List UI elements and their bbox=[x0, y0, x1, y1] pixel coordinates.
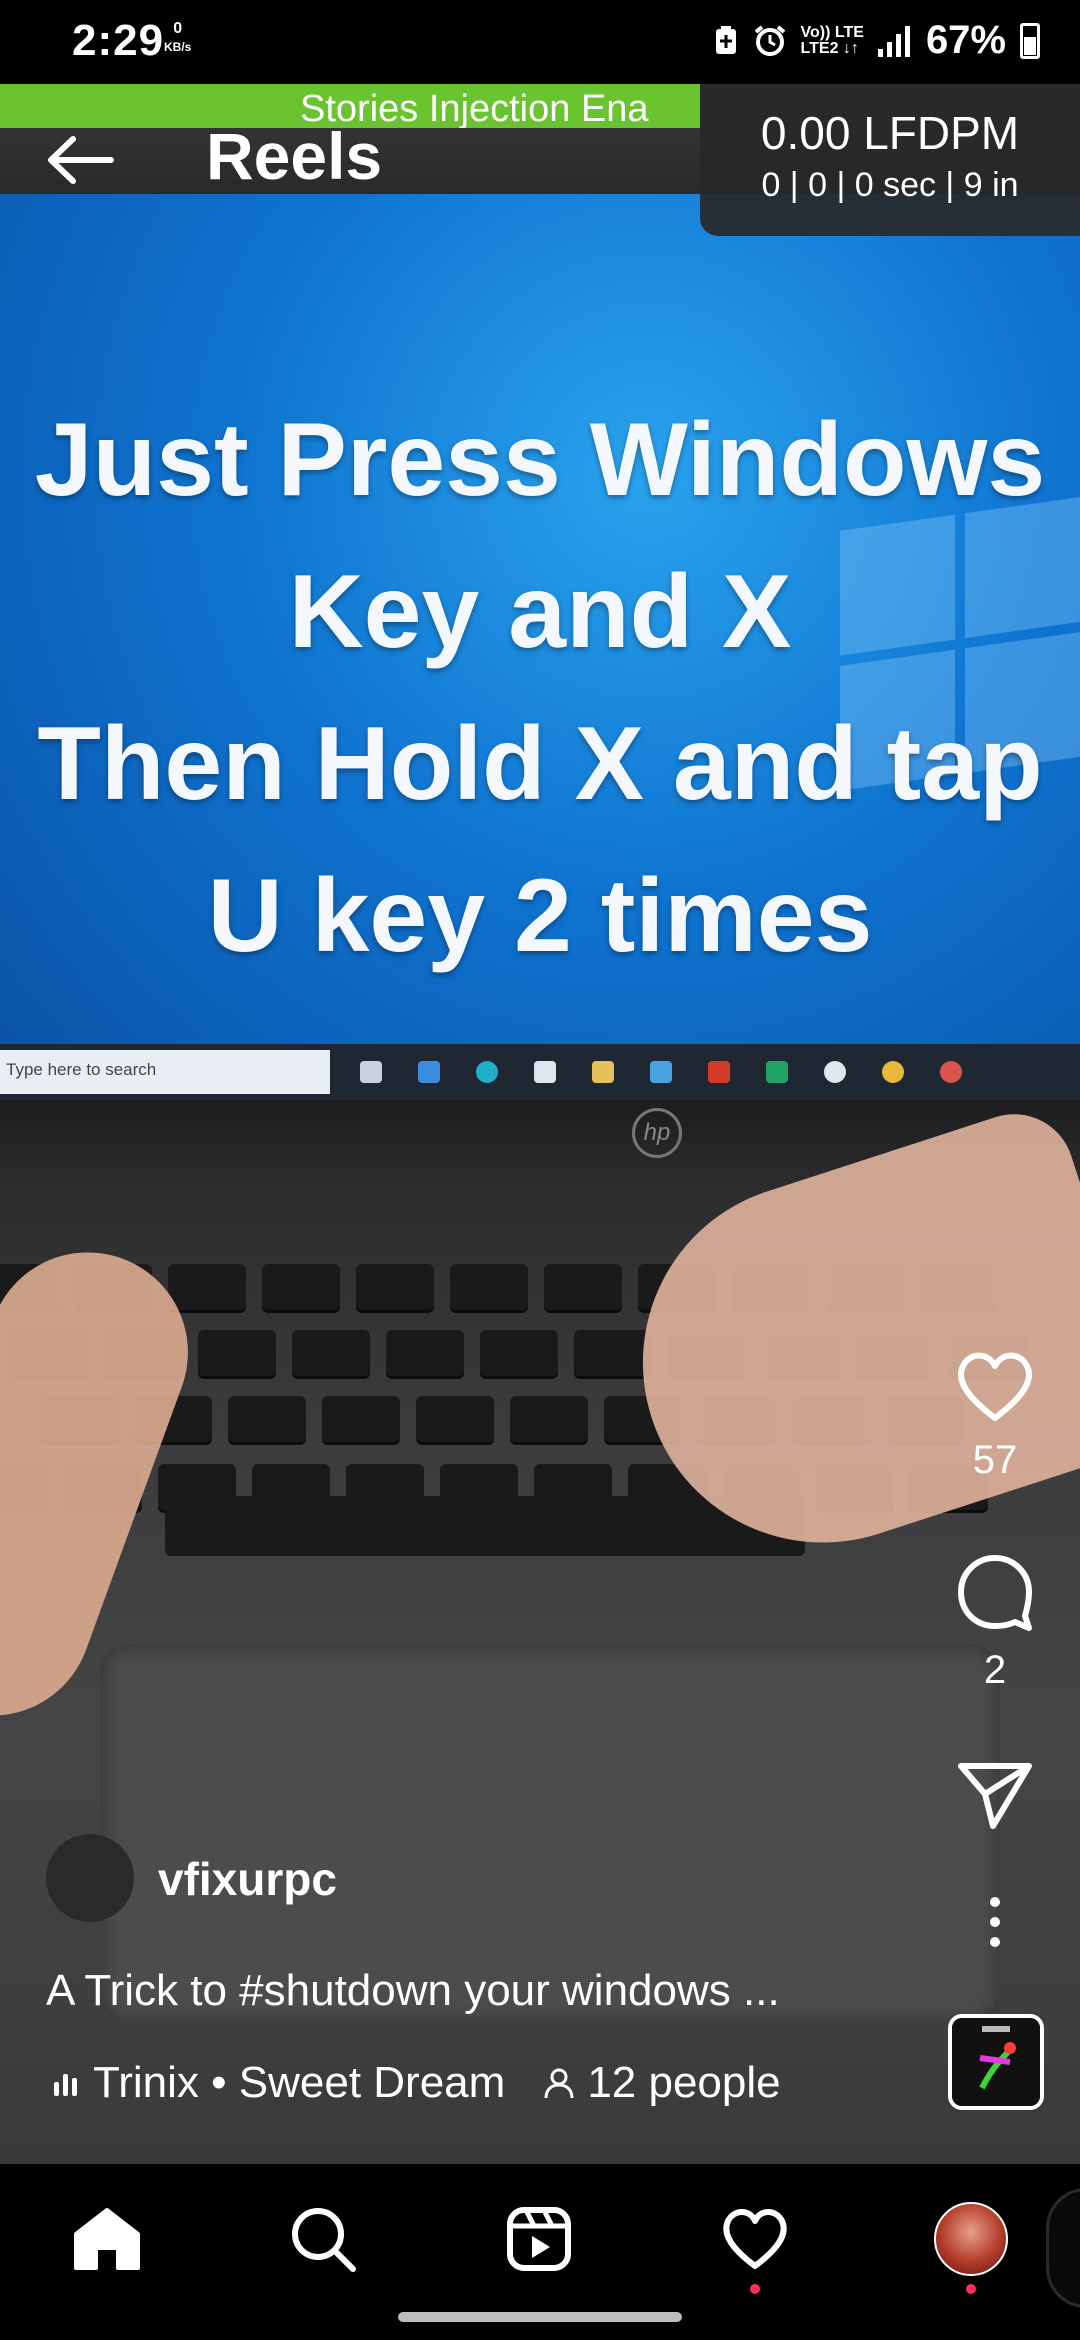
comment-count: 2 bbox=[983, 1648, 1007, 1692]
video-text-line-2: Key and X bbox=[288, 554, 792, 670]
arrow-left-icon bbox=[48, 136, 114, 184]
reels-icon[interactable] bbox=[506, 2206, 572, 2272]
nav-search[interactable] bbox=[278, 2194, 368, 2284]
profile-notification-dot bbox=[966, 2284, 976, 2294]
security-icon bbox=[534, 1061, 556, 1083]
chrome-icon bbox=[882, 1061, 904, 1083]
people-count[interactable]: 12 people bbox=[587, 2058, 780, 2108]
album-art-icon bbox=[952, 2018, 1040, 2106]
excel-icon bbox=[766, 1061, 788, 1083]
windows-taskbar: Type here to search bbox=[0, 1044, 1080, 1100]
status-bar: 2:29 0 KB/s Vo)) LTE LTE2 ↓↑ 67% bbox=[0, 0, 1080, 84]
app-icon bbox=[650, 1061, 672, 1083]
lfdpm-stats: 0 | 0 | 0 sec | 9 in bbox=[761, 166, 1019, 204]
person-icon bbox=[544, 2068, 574, 2099]
home-icon[interactable] bbox=[72, 2206, 142, 2272]
caption[interactable]: A Trick to #shutdown your windows ... bbox=[46, 1966, 926, 2016]
back-button[interactable] bbox=[40, 130, 120, 190]
spacebar bbox=[165, 1496, 805, 1556]
comment-action[interactable]: 2 bbox=[950, 1552, 1040, 1693]
audio-row[interactable]: Trinix • Sweet Dream 12 people bbox=[54, 2058, 781, 2108]
network-line-2: LTE2 ↓↑ bbox=[800, 39, 859, 57]
lfdpm-overlay: 0.00 LFDPM 0 | 0 | 0 sec | 9 in bbox=[700, 84, 1080, 236]
video-text-line-1: Just Press Windows bbox=[34, 402, 1046, 518]
page-title: Reels bbox=[206, 119, 383, 193]
video-overlay-text: Just Press Windows Key and X Then Hold X… bbox=[0, 384, 1080, 992]
video-text-line-3: Then Hold X and tap bbox=[37, 706, 1043, 822]
battery-icon bbox=[1020, 22, 1040, 59]
more-action[interactable] bbox=[950, 1894, 1040, 1950]
lfdpm-value: 0.00 LFDPM bbox=[760, 107, 1020, 159]
pdf-icon bbox=[708, 1061, 730, 1083]
video-text-line-4: U key 2 times bbox=[207, 858, 873, 974]
audio-track[interactable]: Trinix • Sweet Dream bbox=[93, 2058, 505, 2108]
status-icons: Vo)) LTE LTE2 ↓↑ 67% bbox=[713, 18, 1040, 63]
alarm-icon bbox=[754, 24, 785, 56]
status-time: 2:29 bbox=[72, 16, 165, 65]
network-speed: 0 KB/s bbox=[164, 20, 191, 56]
audio-thumbnail[interactable] bbox=[948, 2014, 1044, 2110]
activity-notification-dot bbox=[750, 2284, 760, 2294]
signal-icon bbox=[877, 25, 910, 57]
profile-avatar[interactable] bbox=[934, 2202, 1008, 2276]
search-icon[interactable] bbox=[289, 2205, 357, 2273]
store-icon bbox=[418, 1061, 440, 1083]
like-action[interactable]: 57 bbox=[950, 1350, 1040, 1483]
activity-heart-icon[interactable] bbox=[720, 2208, 790, 2270]
taskbar-search: Type here to search bbox=[0, 1050, 330, 1094]
network-line-1: Vo)) LTE bbox=[800, 23, 864, 41]
comment-icon[interactable] bbox=[955, 1552, 1035, 1632]
battery-percentage: 67% bbox=[925, 18, 1006, 62]
edge-icon bbox=[476, 1061, 498, 1083]
more-vertical-icon[interactable] bbox=[985, 1894, 1005, 1950]
network-type: Vo)) LTE LTE2 ↓↑ bbox=[800, 23, 864, 57]
hp-logo: hp bbox=[632, 1108, 682, 1158]
share-action[interactable] bbox=[950, 1760, 1040, 1830]
network-speed-unit: KB/s bbox=[164, 40, 192, 54]
taskbar-icons bbox=[360, 1061, 962, 1083]
avatar[interactable] bbox=[46, 1834, 134, 1922]
heart-icon[interactable] bbox=[955, 1350, 1035, 1422]
like-count: 57 bbox=[972, 1438, 1018, 1482]
settings-icon bbox=[824, 1061, 846, 1083]
network-speed-value: 0 bbox=[173, 20, 183, 37]
audio-bars-icon bbox=[54, 2070, 77, 2096]
chrome-alt-icon bbox=[940, 1061, 962, 1083]
explorer-icon bbox=[592, 1061, 614, 1083]
username[interactable]: vfixurpc bbox=[158, 1852, 337, 1906]
task-view-icon bbox=[360, 1061, 382, 1083]
nav-profile[interactable] bbox=[926, 2194, 1016, 2294]
nav-reels[interactable] bbox=[494, 2194, 584, 2284]
nav-home[interactable] bbox=[62, 2194, 152, 2284]
send-icon[interactable] bbox=[957, 1760, 1033, 1830]
home-indicator[interactable] bbox=[398, 2312, 682, 2322]
battery-saver-icon bbox=[715, 25, 736, 54]
nav-activity[interactable] bbox=[710, 2194, 800, 2294]
